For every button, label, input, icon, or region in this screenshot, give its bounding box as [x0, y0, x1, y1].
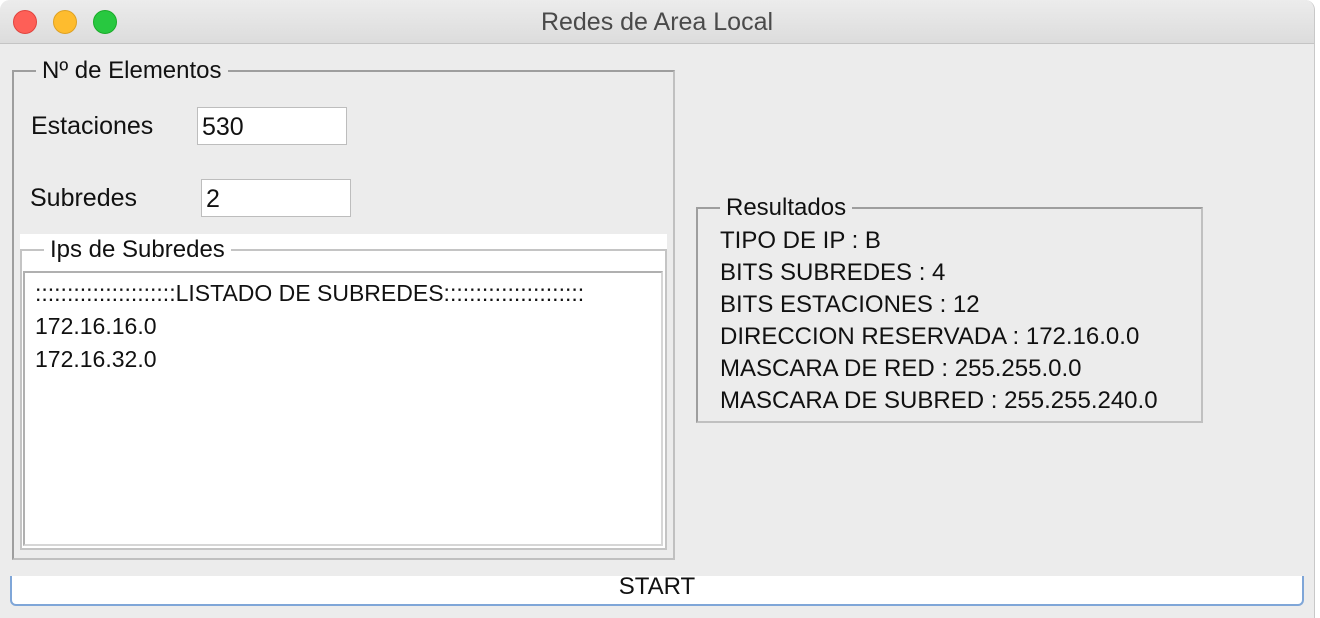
- app-window: Redes de Area Local Nº de Elementos Esta…: [0, 0, 1315, 618]
- result-bits-subredes: BITS SUBREDES : 4: [720, 259, 946, 286]
- title-bar[interactable]: Redes de Area Local: [0, 0, 1314, 44]
- result-bits-estaciones: BITS ESTACIONES : 12: [720, 291, 980, 318]
- subredes-input[interactable]: 2: [201, 179, 351, 217]
- results-list: TIPO DE IP : B BITS SUBREDES : 4 BITS ES…: [698, 221, 1201, 417]
- estaciones-input[interactable]: 530: [197, 107, 347, 145]
- subnet-list-item: 172.16.16.0: [35, 313, 157, 339]
- subnet-list-item: 172.16.32.0: [35, 346, 157, 372]
- result-mascara-red: MASCARA DE RED : 255.255.0.0: [720, 355, 1082, 382]
- ips-legend: Ips de Subredes: [50, 236, 225, 263]
- result-mascara-subred: MASCARA DE SUBRED : 255.255.240.0: [720, 387, 1158, 414]
- resultados-legend: Resultados: [726, 194, 847, 221]
- start-button[interactable]: START: [10, 575, 1304, 606]
- resultados-panel: Resultados TIPO DE IP : B BITS SUBREDES …: [696, 195, 1203, 423]
- estaciones-label: Estaciones: [31, 112, 154, 140]
- subredes-label: Subredes: [30, 184, 138, 212]
- window-title: Redes de Area Local: [540, 8, 774, 36]
- result-direccion-reservada: DIRECCION RESERVADA : 172.16.0.0: [720, 323, 1140, 350]
- result-tipo-ip: TIPO DE IP : B: [720, 227, 881, 254]
- elementos-legend: Nº de Elementos: [42, 57, 222, 84]
- subnet-list-textarea[interactable]: ::::::::::::::::::::::LISTADO DE SUBREDE…: [23, 271, 663, 546]
- subnet-list-header: ::::::::::::::::::::::LISTADO DE SUBREDE…: [35, 280, 585, 306]
